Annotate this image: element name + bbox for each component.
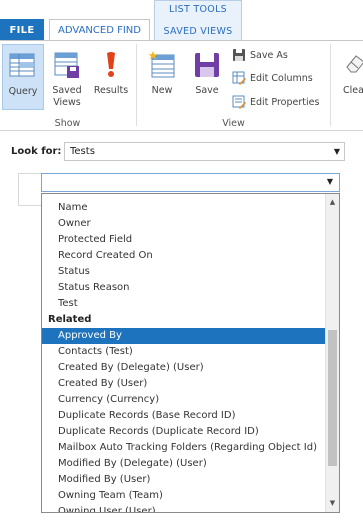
saved-views-label: Saved Views — [52, 85, 82, 108]
look-for-value: Tests — [70, 146, 95, 157]
new-view-icon — [147, 50, 177, 83]
chevron-down-icon: ▼ — [333, 147, 340, 156]
look-for-label: Look for: — [11, 146, 62, 157]
scroll-down-icon[interactable]: ▼ — [326, 497, 339, 510]
field-select[interactable]: ▼ — [41, 173, 340, 192]
field-list-items: Modified OnNameOwnerProtected FieldRecor… — [42, 194, 326, 512]
list-item[interactable]: Status Reason — [42, 280, 326, 296]
clear-button[interactable]: Clea — [336, 44, 363, 110]
scroll-up-icon[interactable]: ▲ — [326, 196, 339, 209]
edit-columns-icon — [232, 71, 246, 85]
clear-label: Clea — [343, 85, 363, 96]
list-item[interactable]: Owning User (User) — [42, 504, 326, 512]
list-item[interactable]: Created By (Delegate) (User) — [42, 360, 326, 376]
scroll-thumb[interactable] — [328, 330, 337, 466]
list-item[interactable]: Modified By (User) — [42, 472, 326, 488]
list-group-header: Related — [48, 314, 92, 325]
save-as-label: Save As — [250, 49, 288, 61]
chevron-down-icon: ▼ — [326, 177, 333, 186]
field-dropdown-list[interactable]: Modified OnNameOwnerProtected FieldRecor… — [41, 193, 340, 513]
list-item[interactable]: Duplicate Records (Base Record ID) — [42, 408, 326, 424]
results-label: Results — [93, 85, 129, 96]
save-as-button[interactable]: Save As — [232, 46, 288, 64]
show-group-label: Show — [54, 118, 81, 129]
list-item[interactable]: Modified On — [42, 194, 326, 200]
ribbon: Query Saved Views Results Show New Save … — [0, 41, 363, 131]
tab-saved-views[interactable]: SAVED VIEWS — [155, 23, 241, 41]
edit-properties-label: Edit Properties — [250, 96, 320, 108]
new-label: New — [151, 85, 173, 96]
group-separator — [136, 44, 137, 126]
list-item[interactable]: Owning Team (Team) — [42, 488, 326, 504]
list-item[interactable]: Approved By — [42, 328, 326, 344]
group-separator — [330, 44, 331, 126]
list-tools-context: LIST TOOLS SAVED VIEWS — [154, 0, 242, 41]
new-button[interactable]: New — [141, 44, 183, 110]
edit-properties-icon — [232, 95, 246, 109]
list-item[interactable]: Modified By (Delegate) (User) — [42, 456, 326, 472]
ribbon-tab-strip: FILE ADVANCED FIND LIST TOOLS SAVED VIEW… — [0, 0, 363, 41]
save-as-icon — [232, 48, 246, 62]
query-button[interactable]: Query — [2, 44, 44, 110]
list-item[interactable]: Created By (User) — [42, 376, 326, 392]
list-item[interactable]: Protected Field — [42, 232, 326, 248]
edit-columns-button[interactable]: Edit Columns — [232, 69, 313, 87]
saved-views-button[interactable]: Saved Views — [47, 44, 87, 110]
edit-columns-label: Edit Columns — [250, 72, 313, 84]
edit-properties-button[interactable]: Edit Properties — [232, 93, 319, 111]
list-tools-label: LIST TOOLS — [168, 4, 228, 15]
saved-views-icon — [52, 50, 82, 83]
save-button[interactable]: Save — [186, 44, 228, 110]
list-scrollbar[interactable]: ▲ ▼ — [325, 194, 339, 512]
list-item[interactable]: Contacts (Test) — [42, 344, 326, 360]
query-icon — [8, 51, 38, 84]
results-button[interactable]: Results — [90, 44, 132, 110]
list-item[interactable]: Record Created On — [42, 248, 326, 264]
save-label: Save — [195, 85, 219, 96]
eraser-icon — [343, 50, 363, 79]
list-item[interactable]: Status — [42, 264, 326, 280]
look-for-select[interactable]: Tests ▼ — [64, 142, 345, 161]
view-group-label: View — [222, 118, 245, 129]
list-item[interactable]: Owner — [42, 216, 326, 232]
exclamation-icon — [101, 50, 121, 83]
list-item[interactable]: Currency (Currency) — [42, 392, 326, 408]
list-item[interactable]: Duplicate Records (Duplicate Record ID) — [42, 424, 326, 440]
save-disk-icon — [192, 50, 222, 83]
list-item[interactable]: Mailbox Auto Tracking Folders (Regarding… — [42, 440, 326, 456]
query-label: Query — [8, 86, 38, 97]
tab-file[interactable]: FILE — [0, 19, 44, 41]
tab-advanced-find[interactable]: ADVANCED FIND — [49, 19, 150, 41]
list-item[interactable]: Test — [42, 296, 326, 312]
list-item[interactable]: Name — [42, 200, 326, 216]
